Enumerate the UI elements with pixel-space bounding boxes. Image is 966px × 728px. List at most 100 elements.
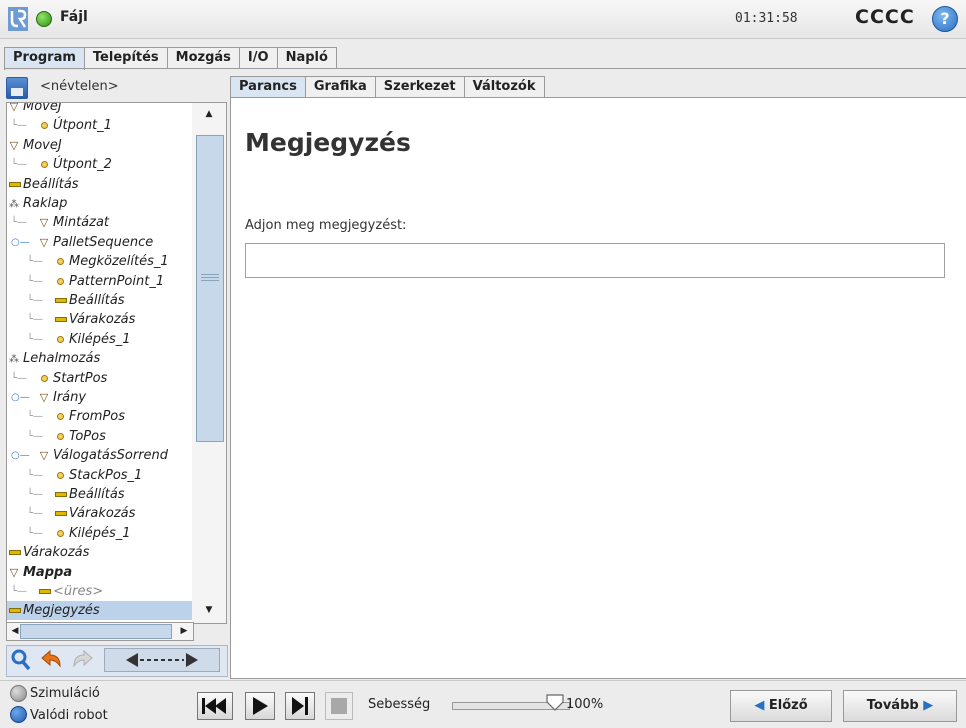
triangle-icon: ▽ bbox=[9, 102, 19, 113]
undo-icon[interactable] bbox=[38, 648, 64, 672]
tab-installation[interactable]: Telepítés bbox=[83, 47, 168, 69]
move-node-icon[interactable] bbox=[104, 648, 220, 672]
tree-node[interactable]: └— Várakozás bbox=[7, 504, 193, 523]
comment-input[interactable] bbox=[245, 243, 945, 278]
file-menu[interactable]: Fájl bbox=[60, 9, 88, 25]
tab-command[interactable]: Parancs bbox=[230, 76, 306, 97]
tree-node[interactable]: └— Várakozás bbox=[7, 310, 193, 329]
tab-move[interactable]: Mozgás bbox=[166, 47, 240, 69]
tree-connector-icon: └— bbox=[27, 295, 44, 306]
robot-name: CCCC bbox=[855, 6, 915, 28]
tree-hscroll-thumb[interactable] bbox=[20, 624, 172, 639]
pallet-icon: ⁂ bbox=[9, 199, 19, 210]
tree-node-label: StackPos_1 bbox=[69, 467, 143, 483]
tab-program[interactable]: Program bbox=[4, 47, 85, 70]
tab-log[interactable]: Napló bbox=[276, 47, 337, 69]
skip-to-start-button[interactable] bbox=[197, 692, 233, 720]
step-button[interactable] bbox=[285, 692, 315, 720]
tab-variables[interactable]: Változók bbox=[463, 76, 545, 97]
real-robot-radio[interactable] bbox=[10, 706, 27, 723]
tree-node[interactable]: └— StartPos bbox=[7, 369, 193, 388]
tree-connector-icon: └— bbox=[27, 469, 44, 481]
tree-node-label: Beállítás bbox=[69, 487, 125, 502]
tree-node[interactable]: ○— ▽ Irány bbox=[7, 388, 193, 407]
tree-scroll-thumb[interactable] bbox=[196, 135, 224, 442]
tab-structure[interactable]: Szerkezet bbox=[374, 76, 465, 97]
tree-connector-icon: └— bbox=[11, 372, 28, 384]
pallet-icon: ⁂ bbox=[9, 354, 19, 366]
tab-graphics[interactable]: Grafika bbox=[304, 76, 376, 97]
stop-button[interactable] bbox=[325, 692, 353, 720]
tree-node[interactable]: ⁂ Lehalmozás bbox=[7, 349, 193, 368]
tree-node-label: Beállítás bbox=[23, 176, 79, 192]
file-status-icon[interactable] bbox=[36, 11, 52, 27]
tree-node[interactable]: Várakozás bbox=[7, 543, 193, 562]
tree-node[interactable]: ○— ▽ VálogatásSorrend bbox=[7, 446, 193, 465]
tree-connector-icon: └— bbox=[11, 120, 28, 132]
program-tree[interactable]: ▽ MoveJ └— Útpont_1 ▽ MoveJ └— Útpont_2 Beállítá… bbox=[6, 102, 194, 624]
tree-node[interactable]: Beállítás bbox=[7, 175, 193, 194]
tree-node[interactable]: └— Beállítás bbox=[7, 291, 193, 310]
real-robot-label[interactable]: Valódi robot bbox=[30, 708, 108, 723]
tree-node[interactable]: └— ▽ Mintázat bbox=[7, 213, 193, 232]
help-button[interactable]: ? bbox=[932, 6, 958, 32]
next-button[interactable]: Tovább ▶ bbox=[843, 690, 957, 722]
scroll-up-icon[interactable]: ▲ bbox=[202, 107, 216, 121]
tree-node[interactable]: └— Kilépés_1 bbox=[7, 524, 193, 543]
tree-connector-icon: └— bbox=[27, 314, 44, 326]
tree-node[interactable]: Megjegyzés bbox=[7, 601, 193, 621]
triangle-icon: ▽ bbox=[39, 449, 49, 463]
triangle-icon: ▽ bbox=[9, 565, 19, 579]
bar-icon bbox=[55, 485, 67, 504]
scroll-down-icon[interactable]: ▼ bbox=[202, 603, 216, 617]
previous-button[interactable]: ◀ Előző bbox=[730, 690, 832, 722]
tree-node[interactable]: └— Útpont_1 bbox=[7, 116, 193, 135]
tree-node[interactable]: └— Kilépés_1 bbox=[7, 330, 193, 349]
tree-connector-icon: └— bbox=[27, 430, 44, 442]
tree-node[interactable]: └— FromPos bbox=[7, 407, 193, 426]
tree-node-label: Irány bbox=[53, 390, 87, 405]
tree-node[interactable]: └— <üres> bbox=[7, 582, 193, 601]
tree-connector-icon: ○— bbox=[11, 450, 30, 462]
bar-icon bbox=[9, 601, 21, 620]
tree-node[interactable]: └— StackPos_1 bbox=[7, 466, 193, 485]
tree-node-label: Kilépés_1 bbox=[69, 331, 131, 347]
tree-connector-icon: └— bbox=[27, 333, 44, 345]
redo-icon[interactable] bbox=[70, 648, 96, 672]
tree-node[interactable]: ⁂ Raklap bbox=[7, 194, 193, 213]
tree-node-label: Beállítás bbox=[69, 293, 125, 308]
tree-node[interactable]: ▽ Mappa bbox=[7, 563, 193, 582]
tree-connector-icon: └— bbox=[27, 256, 44, 268]
tree-node-label: Mappa bbox=[23, 564, 73, 580]
play-button[interactable] bbox=[245, 692, 275, 720]
bar-icon bbox=[55, 310, 67, 329]
tree-node-label: PatternPoint_1 bbox=[69, 273, 165, 289]
tree-node[interactable]: └— ToPos bbox=[7, 427, 193, 446]
scroll-right-icon[interactable]: ▶ bbox=[177, 624, 191, 638]
tree-node[interactable]: ▽ MoveJ bbox=[7, 136, 193, 155]
tree-node[interactable]: ▽ MoveJ bbox=[7, 102, 193, 116]
simulation-label[interactable]: Szimuláció bbox=[30, 686, 100, 701]
tree-node-label: Várakozás bbox=[69, 506, 136, 522]
tree-node[interactable]: ○— ▽ PalletSequence bbox=[7, 233, 193, 252]
save-program-icon[interactable] bbox=[6, 77, 28, 99]
waypoint-icon bbox=[39, 369, 49, 388]
tree-node[interactable]: └— Beállítás bbox=[7, 485, 193, 504]
speed-slider-handle[interactable] bbox=[546, 693, 564, 711]
tree-node[interactable]: └— Megközelítés_1 bbox=[7, 252, 193, 271]
title-bar bbox=[0, 0, 966, 39]
tree-node-label: Útpont_1 bbox=[53, 118, 112, 134]
triangle-icon: ▽ bbox=[39, 216, 49, 230]
previous-label: Előző bbox=[768, 698, 808, 713]
tree-node[interactable]: └— Útpont_2 bbox=[7, 155, 193, 174]
tree-node-label: StartPos bbox=[53, 370, 108, 386]
search-icon[interactable] bbox=[10, 648, 32, 672]
tree-node[interactable]: └— PatternPoint_1 bbox=[7, 272, 193, 291]
program-name: <névtelen> bbox=[40, 79, 119, 94]
tab-divider bbox=[4, 68, 966, 69]
tab-io[interactable]: I/O bbox=[238, 47, 278, 69]
speed-label: Sebesség bbox=[368, 697, 431, 712]
waypoint-icon bbox=[55, 466, 65, 485]
tree-connector-icon: └— bbox=[27, 527, 44, 539]
simulation-radio[interactable] bbox=[10, 685, 27, 702]
